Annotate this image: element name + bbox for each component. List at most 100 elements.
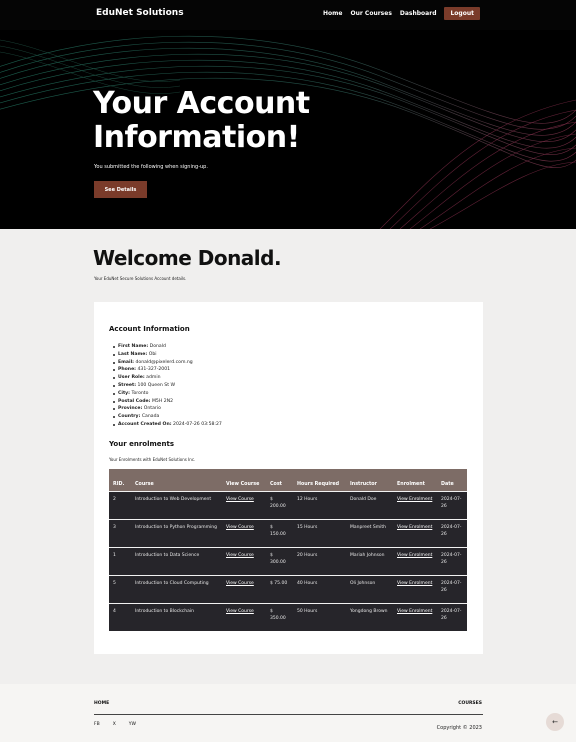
cell-hours: 12 Hours	[293, 490, 346, 519]
cell-cost: $ 350.00	[266, 602, 293, 631]
table-header-row: RID. Course View Course Cost Hours Requi…	[109, 469, 467, 491]
cell-rid: 1	[109, 546, 131, 575]
col-instructor: Instructor	[346, 469, 393, 491]
view-enrolment-link[interactable]: View Enrolment	[397, 497, 432, 502]
view-course-link[interactable]: View Course	[226, 525, 254, 530]
cell-course: Introduction to Data Science	[131, 546, 222, 575]
brand-logo[interactable]: EduNet Solutions	[96, 8, 184, 18]
table-row: 3 Introduction to Python Programming Vie…	[109, 518, 467, 547]
view-course-link[interactable]: View Course	[226, 553, 254, 558]
list-item: Country: Canada	[113, 413, 222, 421]
nav-home-link[interactable]: Home	[323, 10, 342, 17]
list-item: Phone: 431-327-2001	[113, 366, 222, 374]
nav-dashboard-link[interactable]: Dashboard	[400, 10, 437, 17]
list-item: Last Name: Obi	[113, 351, 222, 359]
social-fb-link[interactable]: FB	[94, 722, 100, 727]
footer-home-link[interactable]: HOME	[94, 701, 109, 706]
cell-cost: $ 75.00	[266, 574, 293, 603]
cell-enrolment: View Enrolment	[393, 490, 437, 519]
hero-title: Your Account Information!	[93, 87, 413, 155]
list-item: User Role: admin	[113, 374, 222, 382]
scroll-top-button[interactable]: ←	[546, 713, 564, 731]
cell-rid: 5	[109, 574, 131, 603]
view-enrolment-link[interactable]: View Enrolment	[397, 609, 432, 614]
enrolments-table: RID. Course View Course Cost Hours Requi…	[109, 469, 467, 631]
account-info-list: First Name: Donald Last Name: Obi Email:…	[113, 343, 222, 429]
table-row: 5 Introduction to Cloud Computing View C…	[109, 574, 467, 603]
col-date: Date	[437, 469, 467, 491]
col-hours: Hours Required	[293, 469, 346, 491]
cell-view-course: View Course	[222, 602, 266, 631]
col-course: Course	[131, 469, 222, 491]
cell-rid: 4	[109, 602, 131, 631]
list-item: Street: 100 Queen St W	[113, 382, 222, 390]
see-details-button[interactable]: See Details	[94, 181, 147, 198]
cell-rid: 2	[109, 490, 131, 519]
view-enrolment-link[interactable]: View Enrolment	[397, 581, 432, 586]
view-course-link[interactable]: View Course	[226, 581, 254, 586]
social-x-link[interactable]: X	[113, 722, 116, 727]
cell-rid: 3	[109, 518, 131, 547]
cell-enrolment: View Enrolment	[393, 574, 437, 603]
col-enrolment: Enrolment	[393, 469, 437, 491]
footer-courses-link[interactable]: COURSES	[458, 701, 482, 706]
cell-view-course: View Course	[222, 518, 266, 547]
cell-view-course: View Course	[222, 574, 266, 603]
hero-title-line2: Information!	[93, 120, 300, 155]
cell-date: 2024-07-26	[437, 546, 467, 575]
cell-instructor: Donald Doe	[346, 490, 393, 519]
cell-enrolment: View Enrolment	[393, 518, 437, 547]
col-view-course: View Course	[222, 469, 266, 491]
hero-title-line1: Your Account	[93, 86, 310, 121]
cell-course: Introduction to Python Programming	[131, 518, 222, 547]
footer-social-links: FB X YW	[94, 722, 136, 727]
cell-view-course: View Course	[222, 546, 266, 575]
cell-hours: 20 Hours	[293, 546, 346, 575]
hero-banner: Your Account Information! You submitted …	[0, 30, 576, 229]
account-info-heading: Account Information	[109, 325, 190, 333]
cell-date: 2024-07-26	[437, 490, 467, 519]
cell-hours: 15 Hours	[293, 518, 346, 547]
hero-subtitle: You submitted the following when signing…	[94, 164, 208, 170]
nav-links: Home Our Courses Dashboard Logout	[323, 7, 480, 20]
cell-cost: $ 200.00	[266, 490, 293, 519]
welcome-title: Welcome Donald.	[93, 246, 282, 270]
footer-copyright: Copyright © 2023	[436, 725, 482, 731]
top-nav: EduNet Solutions Home Our Courses Dashbo…	[0, 0, 576, 30]
cell-course: Introduction to Blockchain	[131, 602, 222, 631]
view-enrolment-link[interactable]: View Enrolment	[397, 525, 432, 530]
cell-hours: 50 Hours	[293, 602, 346, 631]
cell-instructor: Yongdong Brown	[346, 602, 393, 631]
list-item: First Name: Donald	[113, 343, 222, 351]
list-item: Province: Ontario	[113, 405, 222, 413]
footer-divider	[94, 714, 483, 715]
cell-enrolment: View Enrolment	[393, 546, 437, 575]
cell-view-course: View Course	[222, 490, 266, 519]
col-rid: RID.	[109, 469, 131, 491]
account-card: Account Information First Name: Donald L…	[94, 302, 483, 654]
cell-course: Introduction to Cloud Computing	[131, 574, 222, 603]
cell-date: 2024-07-26	[437, 518, 467, 547]
cell-date: 2024-07-26	[437, 574, 467, 603]
cell-cost: $ 300.00	[266, 546, 293, 575]
cell-instructor: Oli Johnson	[346, 574, 393, 603]
cell-cost: $ 150.00	[266, 518, 293, 547]
cell-hours: 40 Hours	[293, 574, 346, 603]
view-enrolment-link[interactable]: View Enrolment	[397, 553, 432, 558]
list-item: Email: donald@pixelerd.com.ng	[113, 359, 222, 367]
table-row: 2 Introduction to Web Development View C…	[109, 490, 467, 519]
cell-date: 2024-07-26	[437, 602, 467, 631]
col-cost: Cost	[266, 469, 293, 491]
list-item: Postal Code: M5H 2N2	[113, 398, 222, 406]
view-course-link[interactable]: View Course	[226, 497, 254, 502]
social-yw-link[interactable]: YW	[129, 722, 136, 727]
list-item: Account Created On: 2024-07-26 03:58:27	[113, 421, 222, 427]
view-course-link[interactable]: View Course	[226, 609, 254, 614]
cell-enrolment: View Enrolment	[393, 602, 437, 631]
table-row: 4 Introduction to Blockchain View Course…	[109, 602, 467, 631]
nav-courses-link[interactable]: Our Courses	[351, 10, 392, 17]
cell-instructor: Mariah Johnson	[346, 546, 393, 575]
logout-button[interactable]: Logout	[444, 7, 480, 20]
list-item: City: Toronto	[113, 390, 222, 398]
cell-instructor: Manpreet Smith	[346, 518, 393, 547]
